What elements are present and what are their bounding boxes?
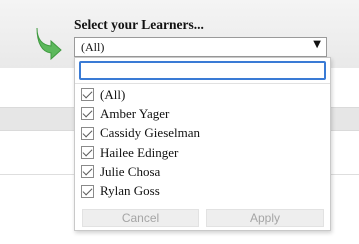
apply-button[interactable]: Apply [206, 209, 324, 227]
select-value: (All) [81, 40, 105, 54]
list-item[interactable]: Rylan Goss [81, 181, 200, 200]
checkbox-checked-icon[interactable] [81, 126, 94, 140]
divider [75, 83, 330, 84]
checkbox-checked-icon[interactable] [81, 88, 94, 102]
checkbox-checked-icon[interactable] [81, 165, 94, 179]
list-item-label: Amber Yager [100, 105, 170, 121]
list-item-label: Rylan Goss [100, 183, 160, 199]
checkbox-checked-icon[interactable] [81, 146, 94, 160]
list-item-label: (All) [100, 86, 126, 102]
list-item[interactable]: Amber Yager [81, 104, 200, 123]
list-item[interactable]: Hailee Edinger [81, 143, 200, 162]
learner-list: (All) Amber Yager Cassidy Gieselman Hail… [81, 85, 200, 201]
list-item-all[interactable]: (All) [81, 85, 200, 104]
learner-dropdown-panel: (All) Amber Yager Cassidy Gieselman Hail… [74, 57, 331, 231]
list-item-label: Julie Chosa [100, 163, 161, 179]
checkbox-checked-icon[interactable] [81, 107, 94, 121]
learner-select[interactable]: (All) ▼ [74, 37, 327, 57]
list-item[interactable]: Julie Chosa [81, 162, 200, 181]
checkbox-checked-icon[interactable] [81, 184, 94, 198]
filter-title: Select your Learners... [74, 17, 204, 32]
curved-arrow-icon [36, 27, 62, 61]
cancel-button[interactable]: Cancel [82, 209, 199, 227]
chevron-down-icon[interactable]: ▼ [313, 39, 321, 50]
search-input[interactable] [79, 61, 326, 80]
list-item-label: Hailee Edinger [100, 144, 179, 160]
list-item[interactable]: Cassidy Gieselman [81, 124, 200, 143]
list-item-label: Cassidy Gieselman [100, 125, 201, 141]
